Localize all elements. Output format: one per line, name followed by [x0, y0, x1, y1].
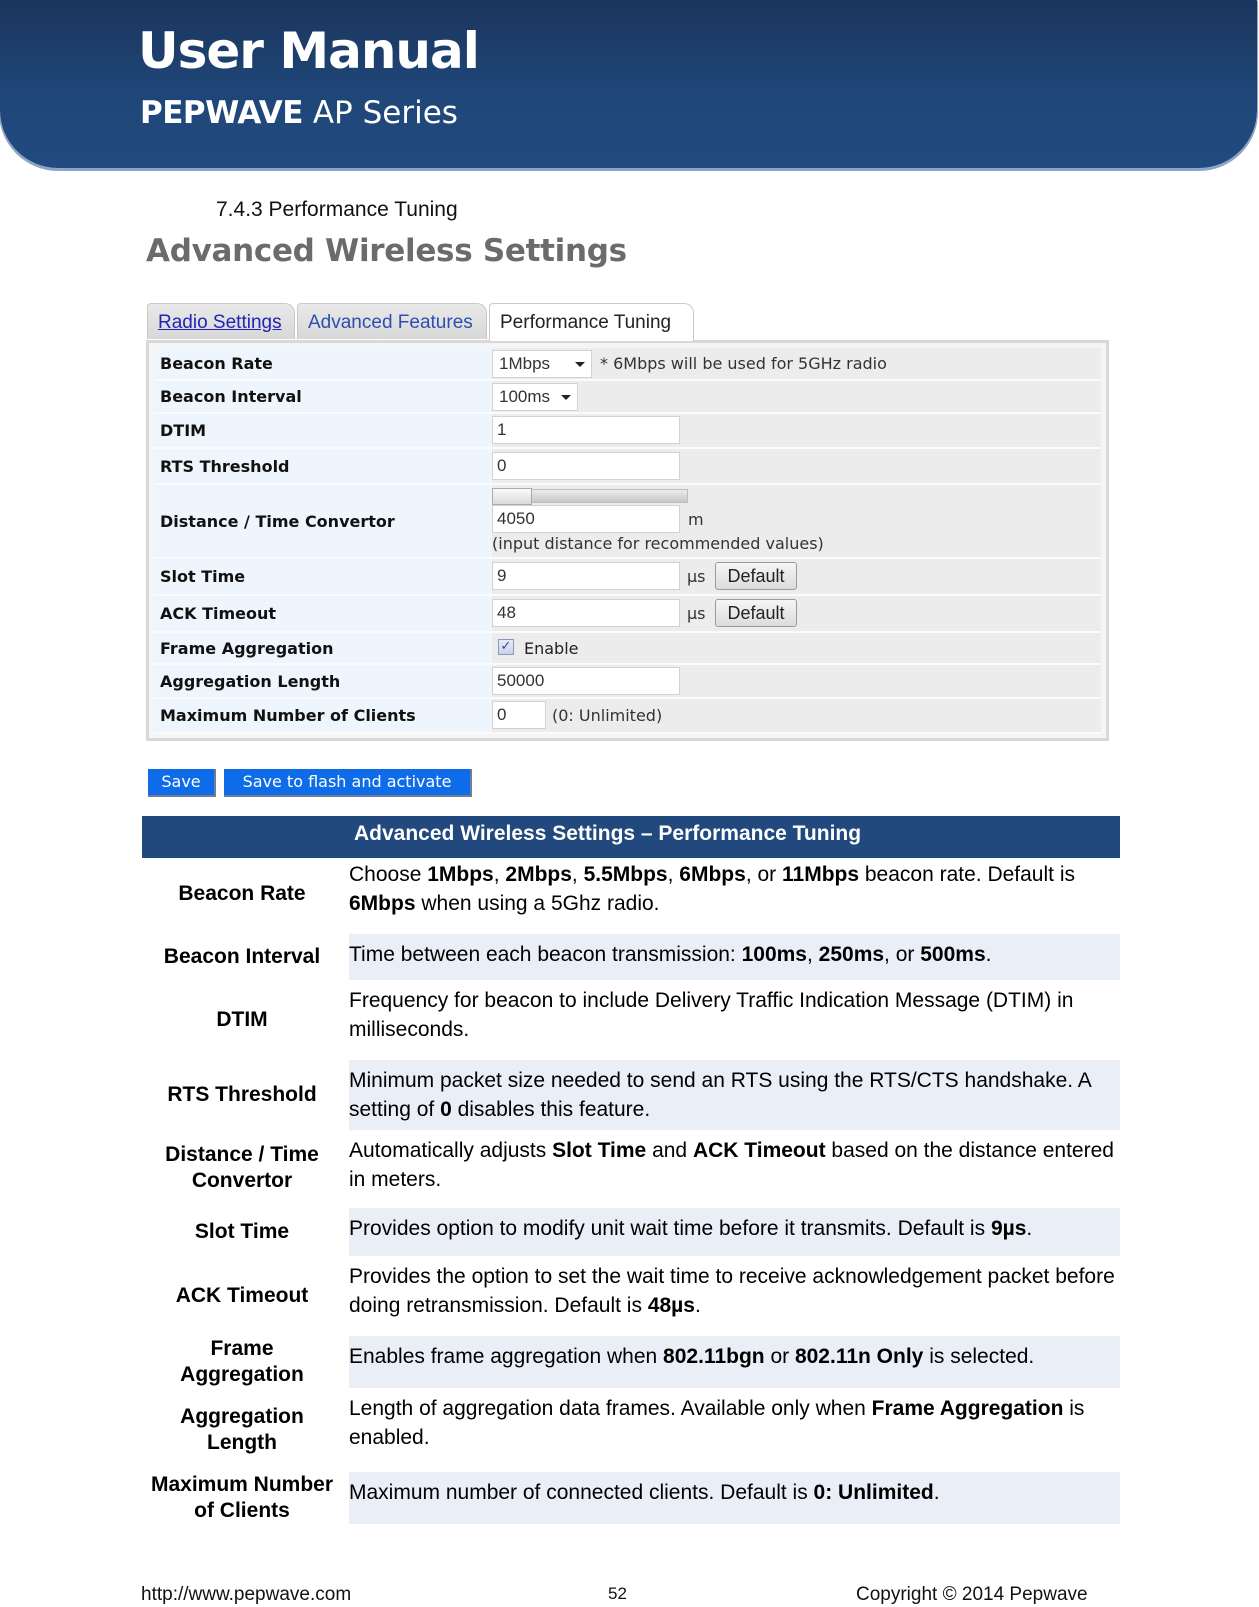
row-description: Automatically adjusts Slot Time and ACK …	[349, 1139, 1114, 1191]
row-label: ACK Timeout	[175, 1284, 309, 1307]
distance-input[interactable]: 4050	[492, 505, 680, 533]
ack-timeout-unit: µs	[687, 604, 706, 623]
row-label: RTS Threshold	[167, 1083, 317, 1106]
table-row: Slot Time Provides option to modify unit …	[142, 1208, 1120, 1256]
row-label: Frame Aggregation	[180, 1337, 304, 1386]
row-description: Choose 1Mbps, 2Mbps, 5.5Mbps, 6Mbps, or …	[349, 863, 1075, 915]
table-row: RTS Threshold Minimum packet size needed …	[142, 1060, 1120, 1130]
footer-url[interactable]: http://www.pepwave.com	[141, 1584, 351, 1606]
table-row: Distance / Time Convertor Automatically a…	[142, 1134, 1120, 1202]
row-label: Distance / Time Convertor	[165, 1143, 319, 1192]
beacon-interval-value: 100ms	[499, 387, 551, 406]
page-number: 52	[608, 1584, 627, 1603]
table-header-title: Advanced Wireless Settings – Performance…	[354, 822, 862, 845]
slot-time-default-button[interactable]: Default	[715, 562, 797, 590]
table-header: Advanced Wireless Settings – Performance…	[142, 816, 1120, 858]
row-label: Aggregation Length	[180, 1405, 304, 1454]
label-beacon-rate: Beacon Rate	[154, 348, 492, 379]
row-description: Time between each beacon transmission: 1…	[349, 934, 1120, 980]
row-description: Maximum number of connected clients. Def…	[349, 1472, 1120, 1524]
check-icon: ✓	[500, 639, 512, 654]
row-distance-convertor: Distance / Time Convertor 4050 m (input …	[154, 485, 1101, 559]
ack-timeout-default-button[interactable]: Default	[715, 599, 797, 627]
row-label: Beacon Interval	[163, 945, 321, 968]
row-label: Maximum Number of Clients	[150, 1473, 334, 1522]
row-description: Length of aggregation data frames. Avail…	[349, 1397, 1085, 1449]
frame-aggregation-enable-label[interactable]: Enable	[524, 639, 579, 658]
row-description: Enables frame aggregation when 802.11bgn…	[349, 1336, 1120, 1388]
row-description: Provides option to modify unit wait time…	[349, 1208, 1120, 1256]
slider-thumb[interactable]	[492, 488, 532, 505]
table-row: Beacon Interval Time between each beacon …	[142, 934, 1120, 980]
max-clients-note: (0: Unlimited)	[552, 706, 663, 725]
label-ack-timeout: ACK Timeout	[154, 596, 492, 631]
header-banner: User Manual PEPWAVE AP Series	[0, 0, 1257, 168]
slot-time-unit: µs	[687, 567, 706, 586]
label-slot-time: Slot Time	[154, 559, 492, 594]
row-beacon-interval: Beacon Interval 100ms	[154, 381, 1101, 414]
save-to-flash-button[interactable]: Save to flash and activate	[224, 769, 472, 797]
rts-threshold-input[interactable]: 0	[492, 452, 680, 480]
brand-logo: PEPWAVE	[140, 95, 303, 131]
manual-title: User Manual	[138, 22, 480, 80]
row-beacon-rate: Beacon Rate 1Mbps * 6Mbps will be used f…	[154, 348, 1101, 381]
aggregation-length-input[interactable]: 50000	[492, 667, 680, 695]
table-row: ACK Timeout Provides the option to set th…	[142, 1260, 1120, 1332]
label-distance-convertor: Distance / Time Convertor	[154, 485, 492, 557]
label-max-clients: Maximum Number of Clients	[154, 699, 492, 732]
row-aggregation-length: Aggregation Length 50000	[154, 665, 1101, 699]
label-dtim: DTIM	[154, 414, 492, 447]
chevron-down-icon	[561, 395, 571, 400]
table-row: Beacon Rate Choose 1Mbps, 2Mbps, 5.5Mbps,…	[142, 858, 1120, 930]
page-heading: Advanced Wireless Settings	[146, 233, 627, 269]
table-row: Maximum Number of Clients Maximum number …	[142, 1472, 1120, 1524]
tab-advanced-features[interactable]: Advanced Features	[297, 303, 487, 339]
row-label: Beacon Rate	[178, 882, 306, 905]
ack-timeout-input[interactable]: 48	[492, 599, 680, 627]
distance-slider[interactable]	[492, 488, 688, 505]
row-rts-threshold: RTS Threshold 0	[154, 449, 1101, 485]
tab-radio-settings[interactable]: Radio Settings	[147, 303, 295, 339]
save-button[interactable]: Save	[148, 769, 216, 797]
row-dtim: DTIM 1	[154, 414, 1101, 449]
max-clients-input[interactable]: 0	[492, 701, 546, 729]
table-row: Frame Aggregation Enables frame aggregati…	[142, 1336, 1120, 1388]
table-row: DTIM Frequency for beacon to include Deli…	[142, 984, 1120, 1056]
product-series: PEPWAVE AP Series	[140, 95, 458, 131]
row-frame-aggregation: Frame Aggregation ✓ Enable	[154, 633, 1101, 665]
series-label: AP Series	[312, 95, 458, 131]
row-label: Slot Time	[194, 1220, 290, 1243]
section-title: 7.4.3 Performance Tuning	[216, 198, 458, 221]
beacon-rate-value: 1Mbps	[499, 354, 551, 373]
distance-hint: (input distance for recommended values)	[492, 534, 824, 553]
beacon-rate-select[interactable]: 1Mbps	[492, 350, 592, 378]
row-description: Provides the option to set the wait time…	[349, 1265, 1115, 1317]
label-frame-aggregation: Frame Aggregation	[154, 633, 492, 663]
row-max-clients: Maximum Number of Clients 0 (0: Unlimite…	[154, 699, 1101, 734]
row-ack-timeout: ACK Timeout 48 µs Default	[154, 596, 1101, 633]
row-slot-time: Slot Time 9 µs Default	[154, 559, 1101, 596]
beacon-rate-note: * 6Mbps will be used for 5GHz radio	[600, 354, 887, 373]
slot-time-input[interactable]: 9	[492, 562, 680, 590]
beacon-interval-select[interactable]: 100ms	[492, 383, 578, 411]
table-row: Aggregation Length Length of aggregation …	[142, 1392, 1120, 1468]
tab-performance-tuning[interactable]: Performance Tuning	[489, 303, 694, 341]
distance-unit: m	[688, 510, 704, 529]
label-aggregation-length: Aggregation Length	[154, 665, 492, 697]
footer-copyright: Copyright © 2014 Pepwave	[856, 1584, 1088, 1605]
label-beacon-interval: Beacon Interval	[154, 381, 492, 412]
row-description: Frequency for beacon to include Delivery…	[349, 989, 1074, 1041]
chevron-down-icon	[575, 362, 585, 367]
settings-panel: Beacon Rate 1Mbps * 6Mbps will be used f…	[146, 340, 1109, 741]
dtim-input[interactable]: 1	[492, 416, 680, 444]
label-rts-threshold: RTS Threshold	[154, 449, 492, 483]
frame-aggregation-checkbox[interactable]: ✓	[498, 639, 514, 655]
row-description: Minimum packet size needed to send an RT…	[349, 1060, 1120, 1130]
row-label: DTIM	[216, 1008, 268, 1031]
